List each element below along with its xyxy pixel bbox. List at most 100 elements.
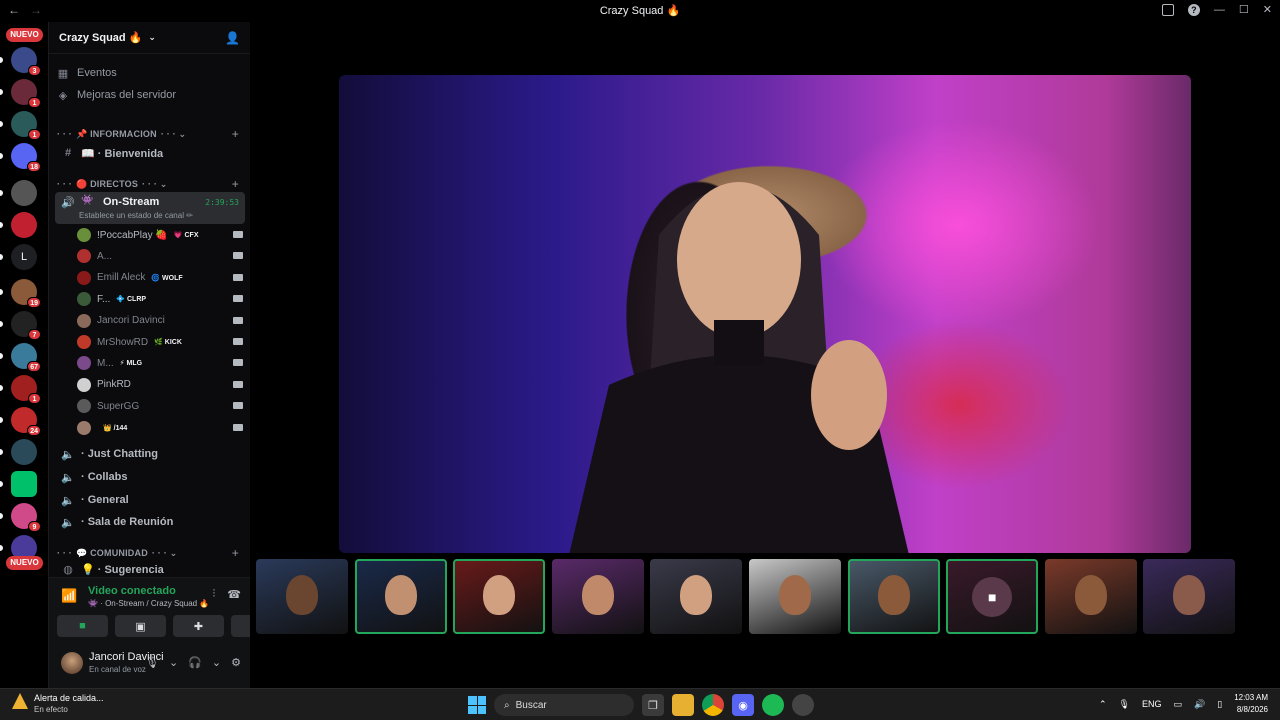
microphone-icon[interactable]: 🎙 [145,656,159,669]
start-icon[interactable] [468,696,486,714]
spotify-icon[interactable] [762,694,784,716]
category-informacion[interactable]: · · · 📌 INFORMACION · · · ⌄ + [57,127,243,141]
guild-name: Crazy Squad 🔥 [59,32,143,44]
voice-member[interactable]: M... ⚡ MLG [77,353,243,373]
server-icon[interactable]: 18 [11,143,41,172]
file-explorer-icon[interactable] [672,694,694,716]
chevron-down-icon[interactable]: ⌄ [212,656,221,669]
server-icon[interactable] [11,212,37,238]
server-icon[interactable]: L [11,244,37,270]
channel-sala-reunion[interactable]: 🔈 · Sala de Reunión [57,512,245,532]
channel-status[interactable]: Establece un estado de canal ✏ [79,211,193,220]
screen-share-button[interactable]: ▣ [115,615,166,637]
participant-video-tile[interactable] [453,559,546,634]
category-comunidad[interactable]: · · · 💬 COMUNIDAD · · · ⌄ + [57,546,243,560]
channel-general[interactable]: 🔈 · General [57,490,245,510]
server-icon[interactable]: 19 [11,279,41,308]
chevron-down-icon[interactable]: ⌄ [169,656,178,669]
participant-video-tile[interactable] [1044,559,1137,634]
voice-member[interactable]: A... [77,246,243,266]
help-icon[interactable]: ? [1187,3,1200,16]
voice-member[interactable]: !PoccabPlay 🍓 💗 CFX [77,225,243,245]
steam-icon[interactable] [792,694,814,716]
category-directos[interactable]: · · · 🔴 DIRECTOS · · · ⌄ + [57,177,243,191]
participant-video-tile[interactable] [1143,559,1236,634]
unread-badge: 7 [28,329,41,340]
member-tag: 🌿 KICK [154,339,182,346]
microphone-tray-icon[interactable]: 🎙 [1119,699,1130,710]
server-icon[interactable]: 24 [11,407,41,436]
participant-face [581,575,614,615]
server-icon[interactable]: 1 [11,111,41,140]
network-icon[interactable]: ▭ [1174,699,1183,710]
server-icon[interactable] [11,471,37,497]
add-channel-icon[interactable]: + [232,546,239,560]
nav-events[interactable]: ▦ Eventos [57,63,117,83]
focused-video-stream[interactable] [339,75,1191,553]
participant-face [384,575,417,615]
participant-video-tile[interactable] [551,559,644,634]
guild-header[interactable]: Crazy Squad 🔥 ⌄ 👤 [49,22,250,54]
voice-member[interactable]: SuperGG [77,396,243,416]
minimize-button[interactable]: — [1214,4,1225,16]
server-icon[interactable] [11,439,37,465]
chrome-icon[interactable] [702,694,724,716]
voice-channel-link[interactable]: 👾 · On-Stream / Crazy Squad 🔥 [88,599,209,608]
participant-video-tile[interactable] [354,559,447,634]
channel-sugerencia[interactable]: ◍ 💡 · Sugerencia [57,562,245,576]
voice-member[interactable]: MrShowRD 🌿 KICK [77,332,243,352]
inbox-icon[interactable] [1161,3,1174,16]
add-channel-icon[interactable]: + [232,127,239,141]
participant-video-tile[interactable] [749,559,841,634]
discord-icon[interactable]: ◉ [732,694,754,716]
participant-video-tile[interactable]: ■ [946,559,1039,634]
channel-just-chatting[interactable]: 🔈 · Just Chatting [57,444,245,464]
unread-pill [0,254,3,260]
server-icon[interactable] [11,180,37,206]
channel-on-stream[interactable]: 🔊 👾 On-Stream 2:39:53 Establece un estad… [55,192,245,224]
disconnect-icon[interactable]: ☎ [227,588,241,601]
system-clock[interactable]: 12:03 AM 8/8/2026 [1234,692,1268,716]
server-icon[interactable]: 1 [11,375,41,404]
voice-member[interactable]: F... 💠 CLRP [77,289,243,309]
settings-gear-icon[interactable]: ⚙ [231,656,241,669]
avatar [77,292,91,307]
participant-face [779,575,811,615]
chevron-down-icon: ⌄ [148,32,156,42]
clock-time: 12:03 AM [1234,693,1268,702]
participant-video-tile[interactable] [256,559,348,634]
camera-button[interactable]: ■ [57,615,108,637]
close-button[interactable]: ✕ [1263,3,1272,16]
nav-boosts[interactable]: ◈ Mejoras del servidor [57,85,176,105]
channel-bienvenida[interactable]: # 📖 · Bienvenida [57,143,245,163]
server-icon[interactable]: 3 [11,47,41,76]
signal-icon[interactable]: 📶 [61,588,79,606]
voice-member[interactable]: PinkRD [77,375,243,395]
weather-alert[interactable]: Alerta de calida... En efecto [12,693,104,714]
voice-member[interactable]: 👑 /144 [77,418,243,438]
battery-icon[interactable]: ▯ [1217,699,1222,710]
server-icon[interactable]: 7 [11,311,41,340]
unread-pill [0,89,3,95]
server-icon[interactable]: 1 [11,79,41,108]
participant-video-tile[interactable] [847,559,940,634]
voice-member[interactable]: Jancori Davinci [77,311,243,331]
noise-suppression-icon[interactable]: ⫶ [213,588,216,601]
add-channel-icon[interactable]: + [232,177,239,191]
task-view-icon[interactable]: ❐ [642,694,664,716]
participant-video-tile[interactable] [650,559,743,634]
server-icon[interactable]: 9 [11,503,41,532]
maximize-button[interactable]: ☐ [1239,3,1249,16]
avatar[interactable] [61,652,83,674]
add-member-icon[interactable]: 👤 [225,31,240,45]
tray-chevron-icon[interactable]: ⌃ [1099,699,1107,710]
headphones-icon[interactable]: 🎧 [188,656,202,669]
taskbar-search[interactable]: ⌕ Buscar [494,694,634,716]
voice-member[interactable]: Emill Aleck 🌀 WOLF [77,268,243,288]
channel-collabs[interactable]: 🔈 · Collabs [57,467,245,487]
server-icon[interactable]: 67 [11,343,41,372]
language-indicator[interactable]: ENG [1142,699,1162,709]
volume-icon[interactable]: 🔊 [1194,699,1205,710]
avatar [77,399,91,414]
activities-button[interactable]: ✚ [173,615,224,637]
